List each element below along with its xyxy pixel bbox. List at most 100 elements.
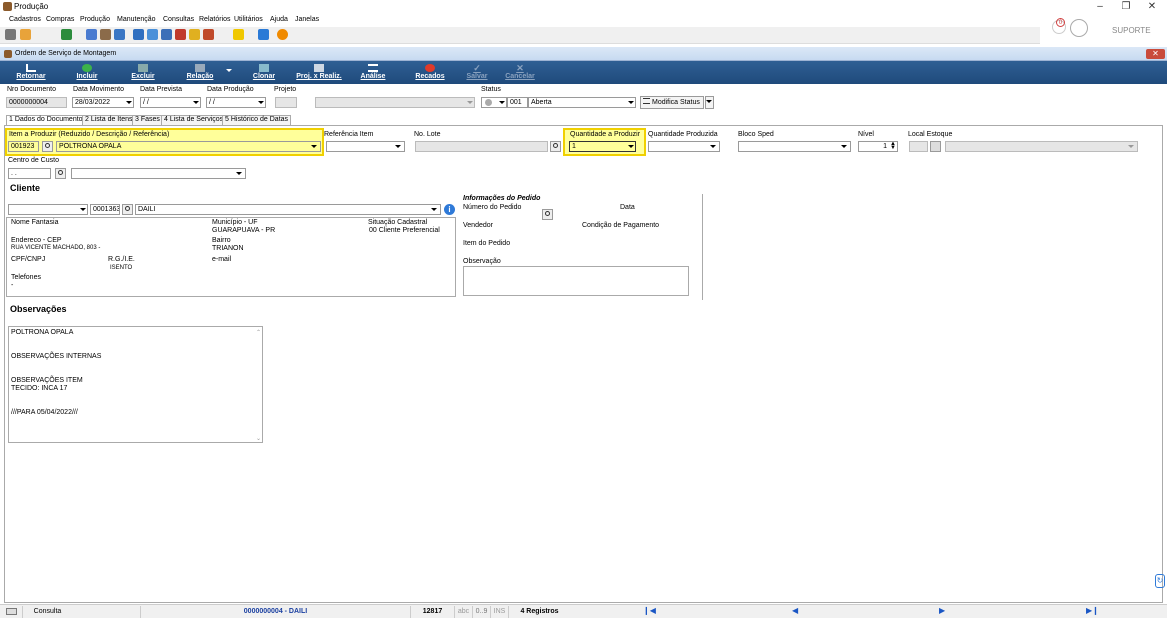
chevron-down-icon[interactable] — [193, 101, 199, 104]
retornar-button[interactable]: Retornar — [10, 61, 52, 84]
grid-icon[interactable] — [5, 29, 16, 40]
child-close-icon[interactable]: ✕ — [1146, 49, 1165, 59]
menu-producao[interactable]: Produção — [80, 16, 110, 23]
tab-historico-datas[interactable]: 5 Histórico de Datas — [222, 115, 292, 125]
relacao-dropdown-icon[interactable] — [226, 69, 232, 72]
list-icon[interactable] — [133, 29, 144, 40]
star-icon[interactable] — [233, 29, 244, 40]
doc-icon[interactable] — [147, 29, 158, 40]
close-icon[interactable]: ✕ — [1137, 0, 1167, 14]
print-icon[interactable] — [100, 29, 111, 40]
projeto-desc-field[interactable] — [315, 97, 475, 108]
status-select[interactable]: Aberta — [528, 97, 636, 108]
chevron-down-icon[interactable] — [236, 172, 242, 175]
item-desc-select[interactable]: POLTRONA OPALA — [56, 141, 321, 152]
data-prevista-field[interactable]: / / — [140, 97, 201, 108]
cliente-code-field[interactable]: 0001363 — [90, 204, 120, 215]
cart-icon[interactable] — [61, 29, 72, 40]
power-icon[interactable] — [277, 29, 288, 40]
analise-button[interactable]: Análise — [355, 61, 391, 84]
scroll-up-icon[interactable]: ⌃ — [256, 329, 261, 336]
chevron-down-icon[interactable] — [126, 101, 132, 104]
menu-manutencao[interactable]: Manutenção — [117, 16, 156, 23]
chevron-down-icon[interactable] — [431, 208, 437, 211]
centro-custo-search[interactable] — [55, 168, 66, 179]
cancelar-button[interactable]: ✕ Cancelar — [500, 61, 540, 84]
lote-search-button[interactable] — [550, 141, 561, 152]
window-icon[interactable] — [258, 29, 269, 40]
pedido-search-button[interactable] — [542, 209, 553, 220]
salvar-button[interactable]: ✓ Salvar — [460, 61, 494, 84]
menu-relatorios[interactable]: Relatórios — [199, 16, 231, 23]
incluir-button[interactable]: Incluir — [70, 61, 104, 84]
chevron-down-icon[interactable] — [258, 101, 264, 104]
chevron-down-icon[interactable] — [80, 208, 86, 211]
tab-lista-servicos[interactable]: 4 Lista de Serviços — [161, 115, 227, 125]
chevron-down-icon[interactable] — [628, 101, 634, 104]
chevron-down-icon[interactable] — [311, 145, 317, 148]
truck-icon[interactable] — [175, 29, 186, 40]
cliente-type-select[interactable] — [8, 204, 88, 215]
chevron-down-icon[interactable] — [467, 101, 473, 104]
refresh-icon[interactable]: ↻ — [1155, 574, 1165, 588]
previous-record-icon[interactable]: ◀ — [792, 606, 798, 615]
local-estoque-code[interactable] — [909, 141, 928, 152]
recados-button[interactable]: Recados — [410, 61, 450, 84]
cliente-name-select[interactable]: DAILI — [135, 204, 441, 215]
chevron-down-icon[interactable] — [710, 145, 716, 148]
menu-ajuda[interactable]: Ajuda — [270, 16, 288, 23]
chevron-down-icon[interactable] — [395, 145, 401, 148]
item-search-icon[interactable] — [42, 141, 53, 152]
centro-custo-code[interactable]: . . — [8, 168, 51, 179]
relacao-button[interactable]: Relação — [180, 61, 220, 84]
info-icon[interactable]: i — [444, 204, 455, 215]
people-icon[interactable] — [86, 29, 97, 40]
chevron-down-icon[interactable] — [499, 101, 505, 104]
first-record-icon[interactable]: ❙◀ — [643, 606, 656, 615]
tab-fases[interactable]: 3 Fases — [132, 115, 163, 125]
modifica-status-dropdown[interactable] — [705, 96, 714, 109]
quantidade-produzir-select[interactable]: 1 — [569, 141, 636, 152]
status-color-select[interactable] — [481, 97, 507, 108]
next-record-icon[interactable]: ▶ — [939, 606, 945, 615]
tab-lista-itens[interactable]: 2 Lista de Itens — [82, 115, 136, 125]
tab-dados-documento[interactable]: 1 Dados do Documento — [6, 115, 86, 125]
table-icon[interactable] — [161, 29, 172, 40]
menu-compras[interactable]: Compras — [46, 16, 74, 23]
chevron-down-icon[interactable] — [841, 145, 847, 148]
local-estoque-search[interactable] — [930, 141, 941, 152]
stepper-arrows-icon[interactable]: ▲ ▼ — [890, 142, 896, 151]
observacoes-textarea[interactable]: POLTRONA OPALA OBSERVAÇÕES INTERNAS OBSE… — [8, 326, 263, 443]
observacao-textarea[interactable] — [463, 266, 689, 296]
referencia-item-select[interactable] — [326, 141, 405, 152]
no-lote-field[interactable] — [415, 141, 548, 152]
scroll-down-icon[interactable]: ⌄ — [256, 435, 261, 442]
chevron-down-icon[interactable] — [1128, 145, 1134, 148]
book-icon[interactable] — [203, 29, 214, 40]
clonar-button[interactable]: Clonar — [246, 61, 282, 84]
tools-icon[interactable] — [20, 29, 31, 40]
menu-utilitarios[interactable]: Utilitários — [234, 16, 263, 23]
menu-cadastros[interactable]: Cadastros — [9, 16, 41, 23]
item-code-field[interactable]: 001923 — [8, 141, 39, 152]
avatar-icon[interactable] — [1070, 19, 1088, 37]
nro-documento-field[interactable]: 0000000004 — [6, 97, 67, 108]
centro-custo-select[interactable] — [71, 168, 246, 179]
data-producao-field[interactable]: / / — [206, 97, 266, 108]
quantidade-produzida-select[interactable] — [648, 141, 720, 152]
menu-consultas[interactable]: Consultas — [163, 16, 194, 23]
data-movimento-field[interactable]: 28/03/2022 — [72, 97, 134, 108]
calc-icon[interactable] — [114, 29, 125, 40]
proj-realiz-button[interactable]: Proj. x Realiz. — [292, 61, 346, 84]
chevron-down-icon[interactable] — [628, 145, 634, 148]
local-estoque-select[interactable] — [945, 141, 1138, 152]
coin-icon[interactable] — [189, 29, 200, 40]
projeto-field[interactable] — [275, 97, 297, 108]
excluir-button[interactable]: Excluir — [126, 61, 160, 84]
status-code-field[interactable]: 001 — [507, 97, 528, 108]
modifica-status-button[interactable]: Modifica Status — [640, 96, 704, 109]
menu-janelas[interactable]: Janelas — [295, 16, 319, 23]
bloco-sped-select[interactable] — [738, 141, 851, 152]
nivel-stepper[interactable]: 1 ▲ ▼ — [858, 141, 898, 152]
cliente-search-button[interactable] — [122, 204, 133, 215]
